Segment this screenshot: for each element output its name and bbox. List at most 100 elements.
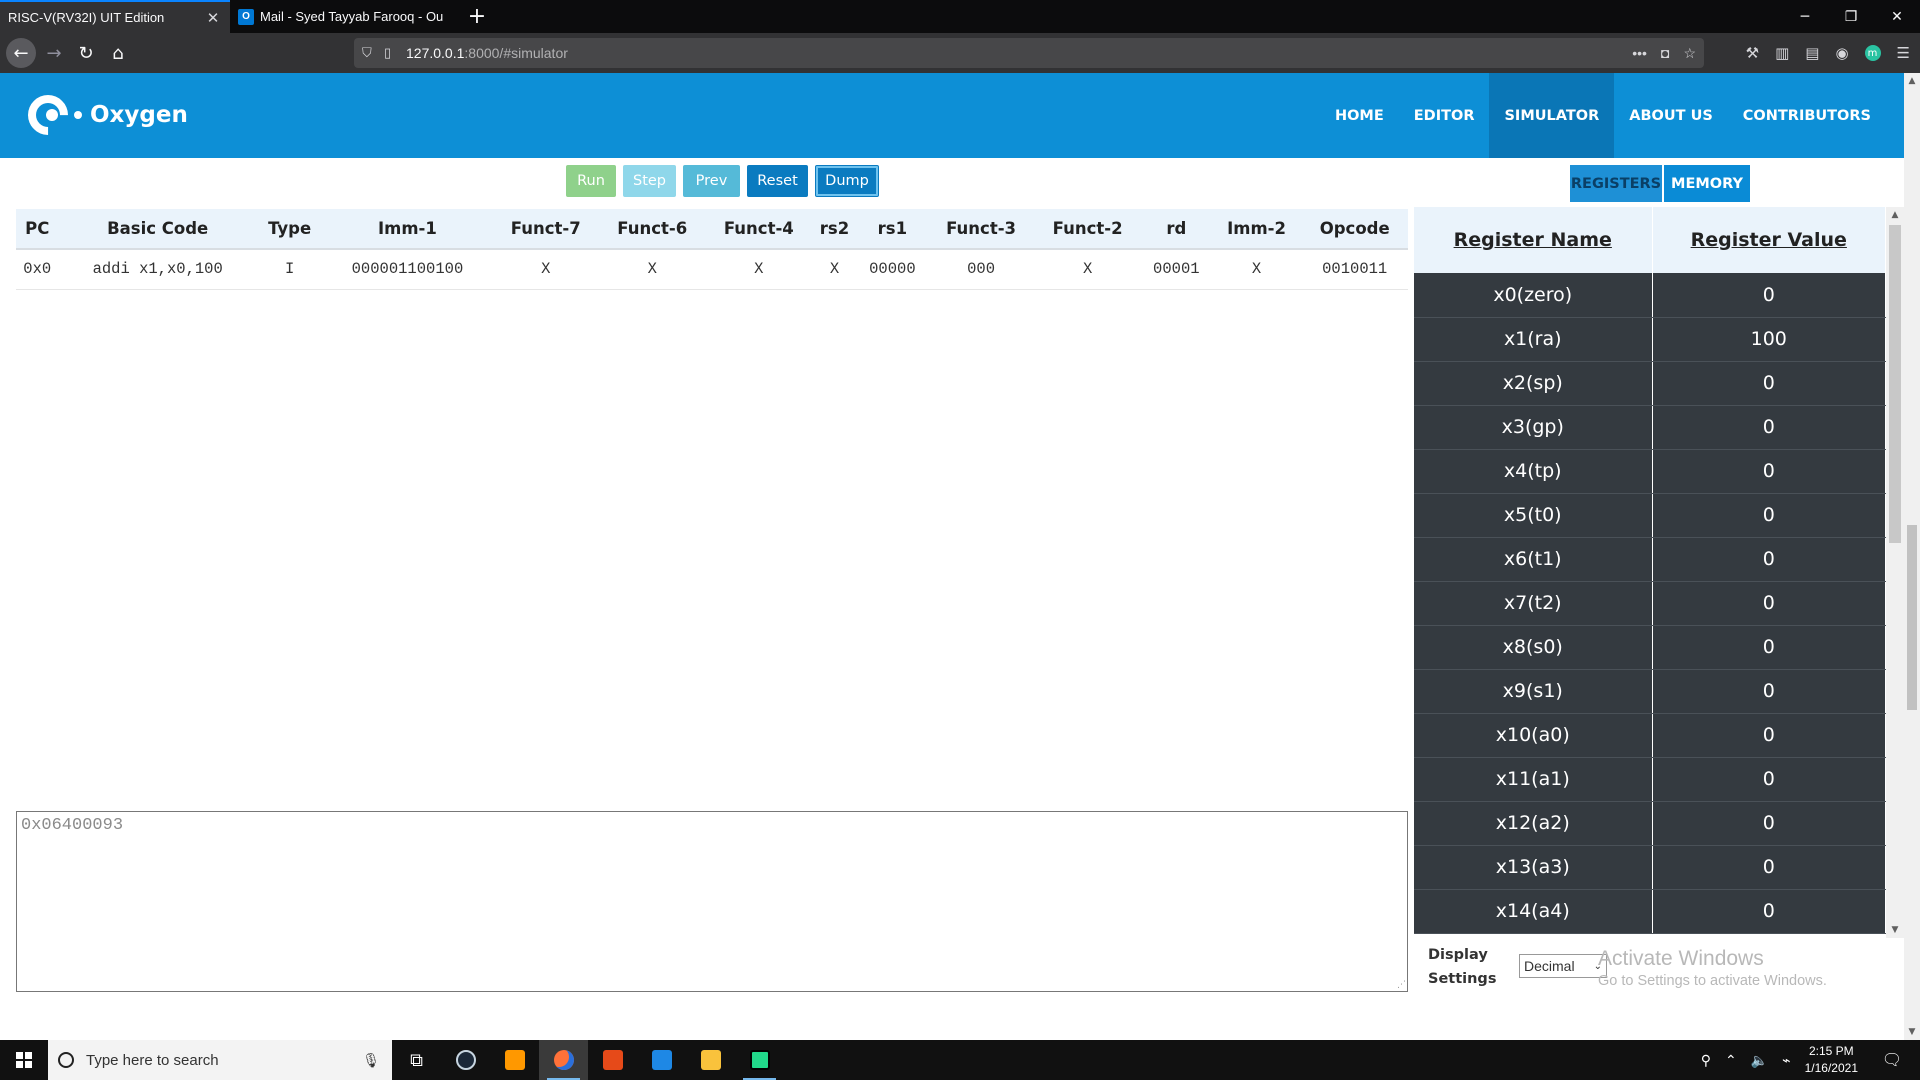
scrollbar-thumb[interactable] (1889, 225, 1901, 543)
display-settings-line2: Settings (1428, 971, 1497, 987)
browser-tab-bar: RISC-V(RV32I) UIT Edition ✕ O Mail - Sye… (0, 0, 1920, 33)
file-explorer-icon[interactable] (686, 1040, 735, 1080)
prev-button[interactable]: Prev (683, 165, 740, 197)
register-name: x5(t0) (1414, 493, 1653, 538)
col-header: Type (256, 209, 323, 250)
close-icon[interactable]: ✕ (204, 9, 222, 27)
register-row: x8(s0) 0 (1414, 625, 1886, 670)
more-actions-icon[interactable]: ••• (1632, 45, 1647, 62)
register-value: 0 (1652, 757, 1886, 802)
register-row: x7(t2) 0 (1414, 581, 1886, 626)
page-scrollbar[interactable]: ▲ ▼ (1904, 73, 1920, 1040)
cell-rs1: 00000 (856, 249, 928, 290)
hamburger-menu-icon[interactable]: ☰ (1897, 44, 1910, 62)
restore-icon[interactable]: ❐ (1828, 0, 1874, 33)
bookmark-star-icon[interactable]: ☆ (1683, 45, 1696, 62)
vscode-icon[interactable] (637, 1040, 686, 1080)
url-bar[interactable]: ⛉ ▯ 127.0.0.1 :8000/#simulator ••• ◘ ☆ (354, 38, 1704, 68)
nav-home[interactable]: HOME (1320, 73, 1399, 158)
people-icon[interactable]: ⚲ (1701, 1052, 1711, 1069)
browser-tab-simulator[interactable]: RISC-V(RV32I) UIT Edition ✕ (0, 0, 230, 33)
tab-memory[interactable]: MEMORY (1664, 165, 1750, 202)
pycharm-icon[interactable] (735, 1040, 784, 1080)
display-settings-label: Display Settings (1428, 943, 1496, 991)
new-tab-icon[interactable]: + (460, 0, 494, 33)
window-close-icon[interactable]: ✕ (1874, 0, 1920, 33)
scroll-up-icon[interactable]: ▲ (1886, 207, 1904, 223)
register-name: x6(t1) (1414, 537, 1653, 582)
volume-icon[interactable]: 🔈 (1751, 1052, 1768, 1069)
dump-output-textarea[interactable]: 0x06400093 (16, 811, 1408, 992)
col-header: Imm-2 (1211, 209, 1302, 250)
register-name: x10(a0) (1414, 713, 1653, 758)
dump-button[interactable]: Dump (815, 165, 879, 197)
register-name: x2(sp) (1414, 361, 1653, 406)
register-row: x3(gp) 0 (1414, 405, 1886, 450)
clock-date: 1/16/2021 (1804, 1061, 1858, 1075)
clock-time: 2:15 PM (1808, 1044, 1854, 1058)
table-row[interactable]: 0x0 addi x1,x0,100 I 000001100100 X X X … (16, 249, 1408, 290)
cell-funct6: X (599, 249, 706, 290)
register-panel[interactable]: Register Name Register Value x0(zero) 0 x… (1414, 207, 1904, 938)
register-scrollbar[interactable]: ▲ ▼ (1886, 207, 1904, 938)
browser-tab-mail[interactable]: O Mail - Syed Tayyab Farooq - Ou (230, 0, 460, 33)
instruction-table-header: PC Basic Code Type Imm-1 Funct-7 Funct-6… (16, 209, 1408, 250)
register-name: x14(a4) (1414, 889, 1653, 934)
nav-editor[interactable]: EDITOR (1399, 73, 1490, 158)
display-settings-line1: Display (1428, 947, 1488, 963)
register-value: 0 (1652, 801, 1886, 846)
task-view-icon[interactable]: ⧉ (392, 1040, 441, 1080)
reload-icon[interactable]: ↻ (70, 38, 102, 68)
minimize-icon[interactable]: ─ (1782, 0, 1828, 33)
start-button[interactable] (0, 1040, 48, 1080)
firefox-icon[interactable] (539, 1040, 588, 1080)
register-row: x11(a1) 0 (1414, 757, 1886, 802)
wrench-icon[interactable]: ⚒ (1746, 44, 1759, 62)
taskbar-clock[interactable]: 2:15 PM 1/16/2021 (1805, 1043, 1858, 1077)
register-name: x9(s1) (1414, 669, 1653, 714)
tab-title: RISC-V(RV32I) UIT Edition (8, 10, 165, 25)
register-name: x1(ra) (1414, 317, 1653, 362)
site-logo[interactable]: Oxygen (19, 86, 188, 144)
microphone-icon[interactable]: 🎙 (362, 1052, 380, 1069)
scroll-up-icon[interactable]: ▲ (1904, 73, 1920, 89)
nav-about-us[interactable]: ABOUT US (1614, 73, 1728, 158)
run-button[interactable]: Run (566, 165, 616, 197)
reset-button[interactable]: Reset (747, 165, 808, 197)
col-header: Funct-3 (927, 209, 1035, 250)
chevron-up-icon[interactable]: ⌃ (1725, 1052, 1737, 1069)
sublime-text-icon[interactable] (490, 1040, 539, 1080)
profile-avatar[interactable]: m (1864, 45, 1881, 61)
pocket-icon[interactable]: ◘ (1661, 45, 1669, 62)
nav-contributors[interactable]: CONTRIBUTORS (1728, 73, 1886, 158)
register-row: x10(a0) 0 (1414, 713, 1886, 758)
register-value: 0 (1652, 361, 1886, 406)
cell-basic-code: addi x1,x0,100 (58, 249, 257, 290)
back-arrow-icon[interactable]: ← (6, 38, 36, 68)
col-header: rd (1140, 209, 1212, 250)
office-icon[interactable] (588, 1040, 637, 1080)
scroll-down-icon[interactable]: ▼ (1904, 1024, 1920, 1040)
account-icon[interactable]: ◉ (1835, 44, 1848, 62)
sidebar-icon[interactable]: ▤ (1805, 44, 1819, 62)
tab-registers[interactable]: REGISTERS (1570, 165, 1662, 202)
nav-simulator[interactable]: SIMULATOR (1489, 73, 1615, 158)
shield-icon[interactable]: ⛉ (362, 45, 384, 61)
notification-icon[interactable]: 🗨 (1872, 1050, 1912, 1070)
taskbar-apps: ⧉ (392, 1040, 784, 1080)
home-icon[interactable]: ⌂ (102, 38, 134, 68)
display-format-select[interactable]: Decimal ⌄ (1519, 954, 1607, 978)
forward-arrow-icon[interactable]: → (38, 38, 70, 68)
register-value: 0 (1652, 537, 1886, 582)
resize-grip-icon[interactable]: ⋰ (1397, 980, 1406, 990)
library-icon[interactable]: ▥ (1775, 44, 1789, 62)
network-icon[interactable]: ⌁ (1782, 1052, 1790, 1069)
taskbar-search[interactable]: Type here to search 🎙 (48, 1040, 392, 1080)
scrollbar-thumb[interactable] (1907, 525, 1917, 710)
cell-opcode: 0010011 (1301, 249, 1408, 290)
col-header: Funct-7 (492, 209, 599, 250)
scroll-down-icon[interactable]: ▼ (1886, 922, 1904, 938)
steam-icon[interactable] (441, 1040, 490, 1080)
step-button[interactable]: Step (623, 165, 676, 197)
register-row: x2(sp) 0 (1414, 361, 1886, 406)
